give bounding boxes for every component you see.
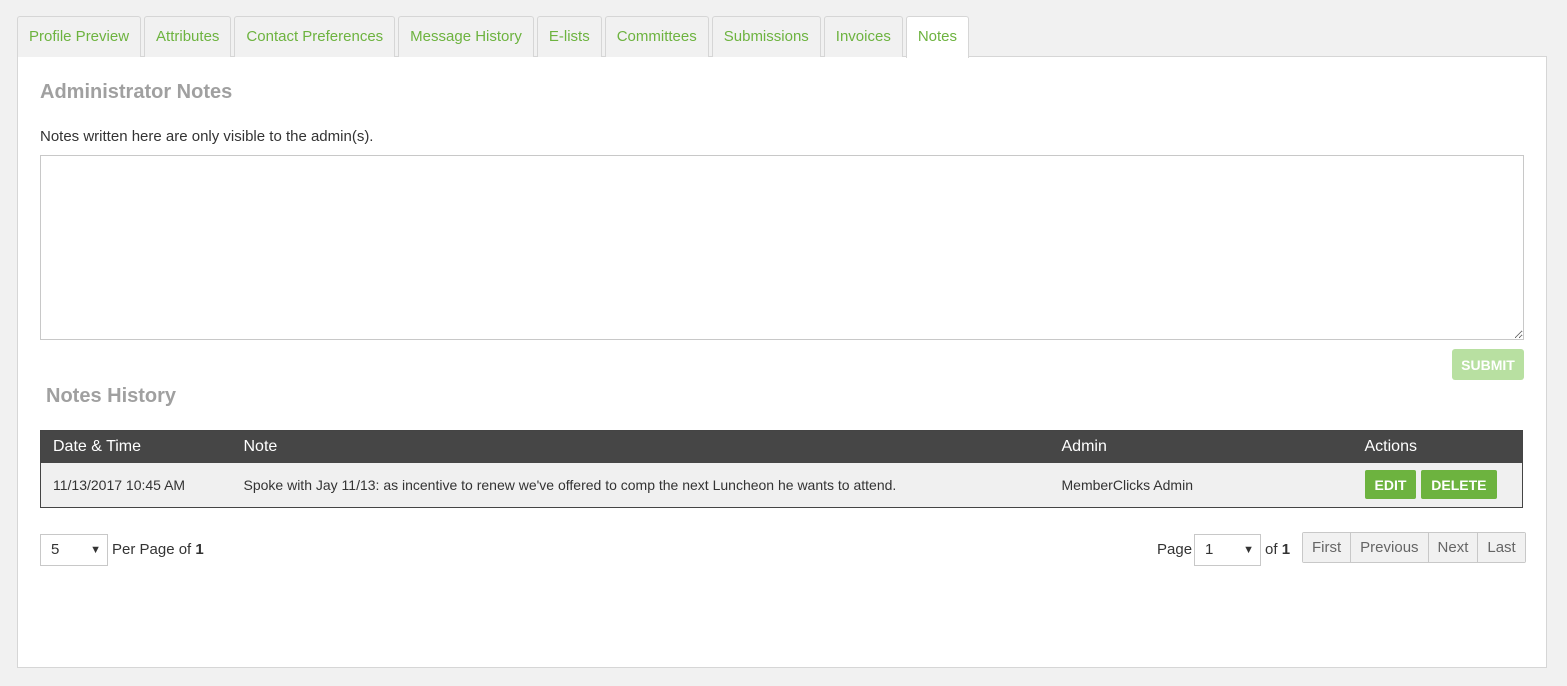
table-header-row: Date & Time Note Admin Actions [40,430,1523,463]
per-page-text: Per Page of [112,541,192,558]
chevron-down-icon: ▼ [90,544,101,556]
note-text: Spoke with Jay 11/13: as incentive to re… [231,462,1050,508]
admin-notes-textarea[interactable] [40,155,1524,340]
tab-invoices[interactable]: Invoices [823,16,903,57]
note-datetime: 11/13/2017 10:45 AM [40,462,232,508]
per-page-value: 5 [51,541,60,558]
page-of-text: of [1265,541,1278,558]
next-page-button[interactable]: Next [1428,533,1479,562]
page-select[interactable]: 1 ▼ [1194,534,1261,566]
per-page-label: Per Page of 1 [112,541,204,558]
tab-committees[interactable]: Committees [604,16,709,57]
page-of-label: of 1 [1265,541,1290,558]
previous-page-button[interactable]: Previous [1351,533,1429,562]
admin-notes-title: Administrator Notes [40,81,233,103]
notes-history-table: Date & Time Note Admin Actions 11/13/201… [40,430,1523,508]
column-header-admin: Admin [1049,430,1353,463]
table-row: 11/13/2017 10:45 AM Spoke with Jay 11/13… [40,462,1523,508]
column-header-datetime: Date & Time [40,430,232,463]
page-label: Page [1157,541,1193,558]
note-actions: EDIT DELETE [1352,462,1523,508]
first-page-button[interactable]: First [1303,533,1352,562]
tab-profile-preview[interactable]: Profile Preview [17,16,142,57]
tab-bar: Profile Preview Attributes Contact Prefe… [17,16,970,58]
submit-button[interactable]: SUBMIT [1452,349,1524,380]
chevron-down-icon: ▼ [1243,544,1254,556]
column-header-note: Note [231,430,1050,463]
edit-button[interactable]: EDIT [1364,470,1417,500]
tab-e-lists[interactable]: E-lists [536,16,602,57]
column-header-actions: Actions [1352,430,1523,463]
notes-panel: Administrator Notes Notes written here a… [17,56,1547,668]
pagination-controls: First Previous Next Last [1302,532,1526,563]
tab-contact-preferences[interactable]: Contact Preferences [234,16,396,57]
note-admin: MemberClicks Admin [1049,462,1353,508]
delete-button[interactable]: DELETE [1421,470,1497,500]
tab-notes[interactable]: Notes [905,16,970,58]
tab-message-history[interactable]: Message History [398,16,534,57]
page-value: 1 [1205,541,1214,558]
admin-notes-description: Notes written here are only visible to t… [40,128,374,145]
per-page-select[interactable]: 5 ▼ [40,534,108,566]
tab-submissions[interactable]: Submissions [711,16,821,57]
page-total: 1 [1281,541,1291,558]
per-page-total: 1 [195,541,204,558]
tab-attributes[interactable]: Attributes [144,16,232,57]
notes-history-title: Notes History [46,385,177,407]
last-page-button[interactable]: Last [1478,533,1525,562]
